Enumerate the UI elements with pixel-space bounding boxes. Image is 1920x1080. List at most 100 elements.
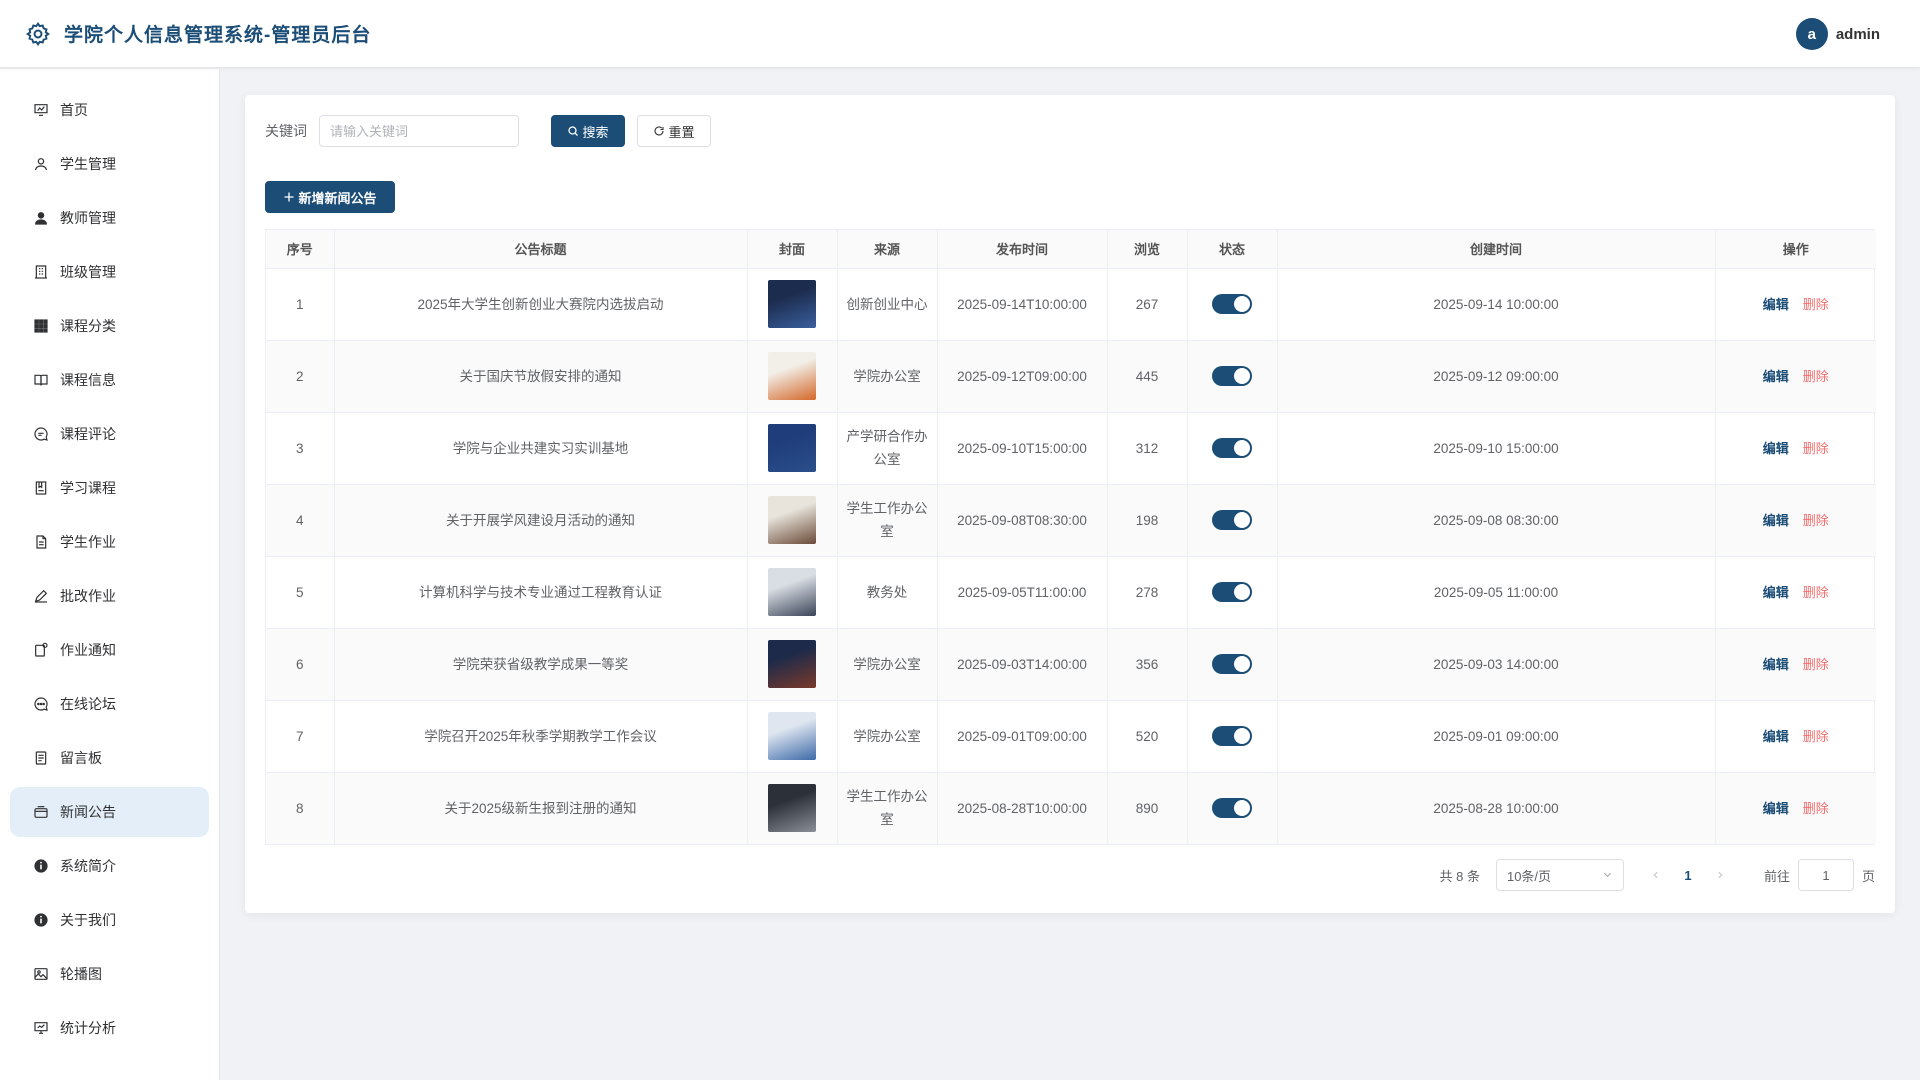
row-index: 8 [266, 772, 335, 844]
edit-button[interactable]: 编辑 [1763, 369, 1789, 384]
delete-button[interactable]: 删除 [1803, 585, 1829, 600]
delete-button[interactable]: 删除 [1803, 513, 1829, 528]
news-source: 学生工作办公室 [837, 484, 938, 557]
status-cell [1187, 772, 1278, 844]
created-time: 2025-09-01 09:00:00 [1277, 700, 1716, 773]
sidebar-item-9[interactable]: 学生作业 [10, 517, 209, 567]
sidebar-item-14[interactable]: 新闻公告 [10, 787, 209, 837]
status-cell [1187, 268, 1278, 341]
news-title: 关于开展学风建设月活动的通知 [334, 484, 748, 557]
cover-image[interactable] [768, 352, 816, 400]
pagination: 共 8 条 10条/页 1 前往 页 [1440, 859, 1875, 891]
news-title: 学院与企业共建实习实训基地 [334, 412, 748, 485]
sidebar-item-17[interactable]: 轮播图 [10, 949, 209, 999]
table-row: 5 计算机科学与技术专业通过工程教育认证 教务处 2025-09-05T11:00:0… [266, 556, 1876, 629]
publish-time: 2025-09-01T09:00:00 [937, 700, 1108, 773]
status-toggle[interactable] [1212, 726, 1252, 746]
sidebar-item-8[interactable]: 学习课程 [10, 463, 209, 513]
sidebar-item-11[interactable]: 作业通知 [10, 625, 209, 675]
publish-time: 2025-09-14T10:00:00 [937, 268, 1108, 341]
status-toggle[interactable] [1212, 438, 1252, 458]
sidebar-item-4[interactable]: 班级管理 [10, 247, 209, 297]
delete-button[interactable]: 删除 [1803, 369, 1829, 384]
sidebar-item-12[interactable]: 在线论坛 [10, 679, 209, 729]
table-row: 2 关于国庆节放假安排的通知 学院办公室 2025-09-12T09:00:00 445… [266, 340, 1876, 413]
row-index: 1 [266, 268, 335, 341]
cover-image[interactable] [768, 568, 816, 616]
delete-button[interactable]: 删除 [1803, 729, 1829, 744]
sidebar-item-18[interactable]: 统计分析 [10, 1003, 209, 1053]
avatar[interactable]: a [1795, 18, 1828, 50]
news-source: 学院办公室 [837, 700, 938, 773]
edit-button[interactable]: 编辑 [1763, 729, 1789, 744]
delete-button[interactable]: 删除 [1803, 441, 1829, 456]
sidebar-item-label: 批改作业 [60, 588, 116, 604]
status-toggle[interactable] [1212, 366, 1252, 386]
column-header: 序号 [266, 230, 335, 269]
gear-icon [24, 20, 52, 48]
plus-icon [283, 191, 295, 203]
sidebar-item-2[interactable]: 学生管理 [10, 139, 209, 189]
status-toggle[interactable] [1212, 654, 1252, 674]
sidebar-item-6[interactable]: 课程信息 [10, 355, 209, 405]
search-button[interactable]: 搜索 [551, 115, 625, 147]
sidebar-item-15[interactable]: 系统简介 [10, 841, 209, 891]
keyword-input[interactable] [319, 115, 519, 147]
edit-button[interactable]: 编辑 [1763, 297, 1789, 312]
delete-button[interactable]: 删除 [1803, 801, 1829, 816]
edit-button[interactable]: 编辑 [1763, 657, 1789, 672]
status-toggle[interactable] [1212, 582, 1252, 602]
status-toggle[interactable] [1212, 294, 1252, 314]
sidebar-item-7[interactable]: 课程评论 [10, 409, 209, 459]
cover-image[interactable] [768, 496, 816, 544]
sidebar-item-13[interactable]: 留言板 [10, 733, 209, 783]
view-count: 445 [1107, 340, 1188, 413]
username[interactable]: admin [1836, 26, 1880, 43]
cover-image[interactable] [768, 784, 816, 833]
sidebar: 首页 学生管理教师管理班级管理课程分类 课程信息 课程评论学习课程学生作业批改作业作业… [0, 69, 220, 1080]
sidebar-item-label: 学习课程 [60, 480, 116, 496]
created-time: 2025-09-08 08:30:00 [1277, 484, 1716, 557]
sidebar-item-3[interactable]: 教师管理 [10, 193, 209, 243]
sidebar-item-16[interactable]: 关于我们 [10, 895, 209, 945]
cover-image[interactable] [768, 424, 816, 472]
edit-button[interactable]: 编辑 [1763, 585, 1789, 600]
news-source: 学生工作办公室 [837, 772, 938, 844]
view-count: 520 [1107, 700, 1188, 773]
next-page-button[interactable] [1708, 868, 1732, 883]
reset-button[interactable]: 重置 [637, 115, 711, 147]
user-menu[interactable]: a admin [1795, 18, 1880, 50]
cover-image[interactable] [768, 640, 816, 688]
sidebar-item-5[interactable]: 课程分类 [10, 301, 209, 351]
sidebar-item-1[interactable]: 首页 [10, 85, 209, 135]
sidebar-item-10[interactable]: 批改作业 [10, 571, 209, 621]
edit-button[interactable]: 编辑 [1763, 513, 1789, 528]
cover-cell [747, 628, 838, 701]
search-icon [567, 125, 579, 137]
status-toggle[interactable] [1212, 798, 1252, 819]
search-bar: 关键词 搜索 重置 [265, 115, 711, 147]
cover-image[interactable] [768, 280, 816, 328]
edit-button[interactable]: 编辑 [1763, 441, 1789, 456]
add-news-button-label: 新增新闻公告 [298, 190, 377, 206]
actions-cell: 编辑 删除 [1715, 772, 1876, 844]
cover-image[interactable] [768, 712, 816, 760]
delete-button[interactable]: 删除 [1803, 297, 1829, 312]
toggle-knob [1234, 800, 1250, 817]
goto-page-input[interactable] [1797, 859, 1854, 891]
edit-button[interactable]: 编辑 [1763, 801, 1789, 816]
goto-label: 前往 [1763, 868, 1790, 884]
sidebar-item-label: 班级管理 [60, 264, 116, 280]
publish-time: 2025-08-28T10:00:00 [937, 772, 1108, 844]
delete-button[interactable]: 删除 [1803, 657, 1829, 672]
created-time: 2025-09-05 11:00:00 [1277, 556, 1716, 629]
page-size-select[interactable]: 10条/页 [1495, 859, 1624, 891]
news-source: 创新创业中心 [837, 268, 938, 341]
view-count: 198 [1107, 484, 1188, 557]
page-number-current[interactable]: 1 [1676, 868, 1700, 883]
status-toggle[interactable] [1212, 510, 1252, 530]
sidebar-item-label: 教师管理 [60, 210, 116, 226]
prev-page-button[interactable] [1644, 868, 1668, 883]
add-news-button[interactable]: 新增新闻公告 [265, 181, 395, 213]
table-row: 4 关于开展学风建设月活动的通知 学生工作办公室 2025-09-08T08:30:0… [266, 484, 1876, 557]
